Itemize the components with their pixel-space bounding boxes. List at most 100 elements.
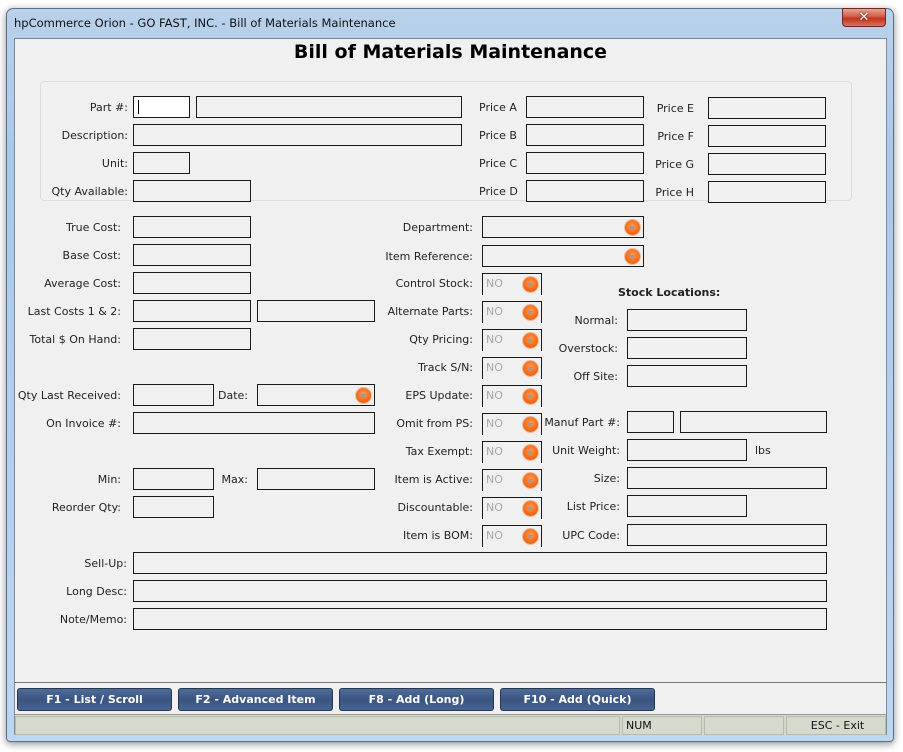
- price-f-input[interactable]: [708, 125, 826, 147]
- item-is-bom-select[interactable]: NO: [482, 525, 542, 547]
- window-title: hpCommerce Orion - GO FAST, INC. - Bill …: [14, 16, 396, 30]
- sell-up-input[interactable]: [133, 552, 827, 574]
- omit-from-ps-value: NO: [486, 417, 503, 430]
- list-price-input[interactable]: [627, 495, 747, 517]
- dropdown-arrow-icon[interactable]: [625, 249, 640, 264]
- dropdown-arrow-icon[interactable]: [356, 388, 371, 403]
- unit-input[interactable]: [133, 152, 190, 174]
- price-a-input[interactable]: [526, 96, 644, 118]
- manuf-part-prefix-input[interactable]: [627, 411, 674, 433]
- f10-add-quick-button[interactable]: F10 - Add (Quick): [500, 688, 655, 711]
- discountable-label: Discountable:: [397, 501, 473, 514]
- unit-label: Unit:: [101, 157, 128, 170]
- dropdown-arrow-icon[interactable]: [523, 417, 538, 432]
- dropdown-arrow-icon[interactable]: [625, 220, 640, 235]
- price-e-label: Price E: [656, 102, 694, 115]
- total-on-hand-input[interactable]: [133, 328, 251, 350]
- note-memo-input[interactable]: [133, 608, 827, 630]
- f8-add-long-button[interactable]: F8 - Add (Long): [339, 688, 494, 711]
- close-button[interactable]: ✕: [842, 8, 886, 27]
- long-desc-input[interactable]: [133, 580, 827, 602]
- omit-from-ps-select[interactable]: NO: [482, 413, 542, 435]
- eps-update-select[interactable]: NO: [482, 385, 542, 407]
- last-cost-2-input[interactable]: [257, 300, 375, 322]
- price-d-label: Price D: [479, 185, 518, 198]
- true-cost-label: True Cost:: [65, 221, 121, 234]
- department-label: Department:: [402, 221, 473, 234]
- price-d-input[interactable]: [526, 180, 644, 202]
- average-cost-input[interactable]: [133, 272, 251, 294]
- qty-available-input[interactable]: [133, 180, 251, 202]
- status-blank-panel: [704, 716, 784, 735]
- dropdown-arrow-icon[interactable]: [523, 361, 538, 376]
- manuf-part-label: Manuf Part #:: [544, 416, 620, 429]
- esc-exit-hint[interactable]: ESC - Exit: [786, 716, 886, 735]
- track-sn-select[interactable]: NO: [482, 357, 542, 379]
- long-desc-label: Long Desc:: [66, 585, 127, 598]
- alternate-parts-label: Alternate Parts:: [387, 305, 473, 318]
- dropdown-arrow-icon[interactable]: [523, 277, 538, 292]
- qty-last-received-input[interactable]: [133, 384, 214, 406]
- part-number-input[interactable]: [133, 96, 190, 118]
- reorder-qty-input[interactable]: [133, 496, 214, 518]
- f2-advanced-item-search-button[interactable]: F2 - Advanced Item Search: [178, 688, 333, 727]
- item-reference-select[interactable]: [482, 245, 644, 267]
- discountable-select[interactable]: NO: [482, 497, 542, 519]
- off-site-location-input[interactable]: [627, 365, 747, 387]
- dropdown-arrow-icon[interactable]: [523, 305, 538, 320]
- price-g-input[interactable]: [708, 153, 826, 175]
- date-picker[interactable]: [257, 384, 375, 406]
- omit-from-ps-label: Omit from PS:: [396, 417, 473, 430]
- max-input[interactable]: [257, 468, 375, 490]
- dropdown-arrow-icon[interactable]: [523, 501, 538, 516]
- price-h-input[interactable]: [708, 181, 826, 203]
- price-f-label: Price F: [657, 130, 694, 143]
- base-cost-input[interactable]: [133, 244, 251, 266]
- sell-up-label: Sell-Up:: [84, 557, 127, 570]
- total-on-hand-label: Total $ On Hand:: [29, 333, 121, 346]
- qty-last-received-label: Qty Last Received:: [17, 389, 121, 402]
- dropdown-arrow-icon[interactable]: [523, 473, 538, 488]
- control-stock-label: Control Stock:: [395, 277, 473, 290]
- reorder-qty-label: Reorder Qty:: [51, 501, 121, 514]
- overstock-location-input[interactable]: [627, 337, 747, 359]
- dropdown-arrow-icon[interactable]: [523, 445, 538, 460]
- description-input[interactable]: [133, 124, 462, 146]
- control-stock-value: NO: [486, 277, 503, 290]
- unit-weight-input[interactable]: [627, 439, 747, 461]
- part-number-label: Part #:: [89, 101, 128, 114]
- qty-pricing-select[interactable]: NO: [482, 329, 542, 351]
- size-input[interactable]: [627, 467, 827, 489]
- f1-list-scroll-button[interactable]: F1 - List / Scroll: [17, 688, 172, 711]
- control-stock-select[interactable]: NO: [482, 273, 542, 295]
- upc-code-input[interactable]: [627, 524, 827, 546]
- manuf-part-input[interactable]: [680, 411, 827, 433]
- min-input[interactable]: [133, 468, 214, 490]
- true-cost-input[interactable]: [133, 216, 251, 238]
- item-is-active-select[interactable]: NO: [482, 469, 542, 491]
- description-label: Description:: [61, 129, 128, 142]
- min-label: Min:: [97, 473, 121, 486]
- department-select[interactable]: [482, 216, 644, 238]
- dropdown-arrow-icon[interactable]: [523, 333, 538, 348]
- price-b-input[interactable]: [526, 124, 644, 146]
- price-e-input[interactable]: [708, 97, 826, 119]
- dropdown-arrow-icon[interactable]: [523, 389, 538, 404]
- price-c-input[interactable]: [526, 152, 644, 174]
- tax-exempt-label: Tax Exempt:: [405, 445, 473, 458]
- discountable-value: NO: [486, 501, 503, 514]
- price-g-label: Price G: [655, 158, 694, 171]
- price-c-label: Price C: [479, 157, 518, 170]
- price-h-label: Price H: [655, 186, 694, 199]
- part-description-display[interactable]: [196, 96, 462, 118]
- dropdown-arrow-icon[interactable]: [523, 529, 538, 544]
- max-label: Max:: [221, 473, 248, 486]
- tax-exempt-select[interactable]: NO: [482, 441, 542, 463]
- on-invoice-input[interactable]: [133, 412, 375, 434]
- app-window: hpCommerce Orion - GO FAST, INC. - Bill …: [6, 8, 894, 742]
- upc-code-label: UPC Code:: [562, 529, 620, 542]
- alternate-parts-select[interactable]: NO: [482, 301, 542, 323]
- normal-location-input[interactable]: [627, 309, 747, 331]
- eps-update-value: NO: [486, 389, 503, 402]
- last-cost-1-input[interactable]: [133, 300, 251, 322]
